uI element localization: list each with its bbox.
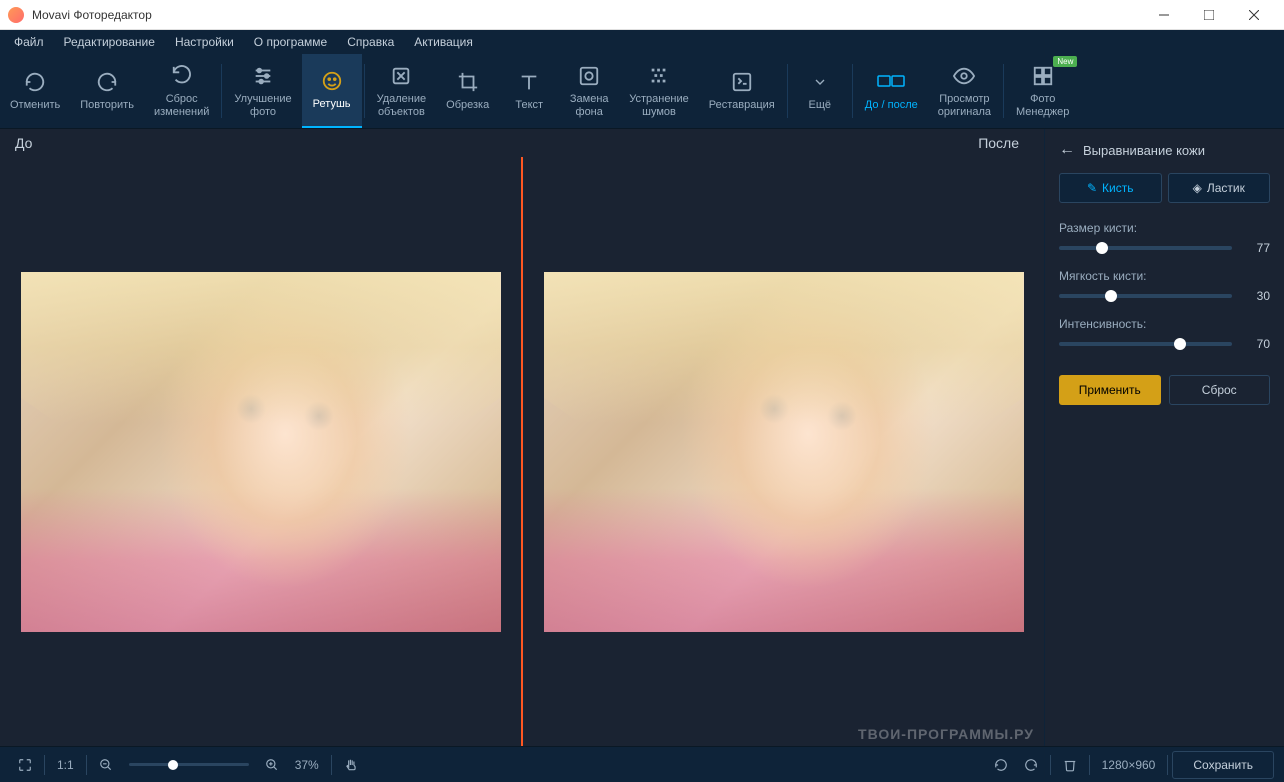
softness-value: 30 bbox=[1242, 289, 1270, 303]
before-canvas[interactable] bbox=[0, 157, 521, 746]
compare-icon bbox=[877, 69, 905, 95]
maximize-button[interactable] bbox=[1186, 1, 1231, 29]
brush-tab[interactable]: ✎ Кисть bbox=[1059, 173, 1162, 203]
background-icon bbox=[578, 63, 600, 89]
text-icon bbox=[518, 69, 540, 95]
separator bbox=[364, 64, 365, 118]
reset-icon bbox=[171, 63, 193, 89]
separator bbox=[852, 64, 853, 118]
before-label: До bbox=[15, 135, 978, 151]
menu-help[interactable]: Справка bbox=[337, 31, 404, 53]
save-button[interactable]: Сохранить bbox=[1172, 751, 1274, 779]
canvas-area: До После bbox=[0, 129, 1044, 746]
softness-label: Мягкость кисти: bbox=[1059, 269, 1270, 283]
menu-file[interactable]: Файл bbox=[4, 31, 54, 53]
rotate-right-button[interactable] bbox=[1016, 758, 1046, 772]
remove-icon bbox=[390, 63, 412, 89]
minimize-button[interactable] bbox=[1141, 1, 1186, 29]
redo-icon bbox=[96, 69, 118, 95]
back-arrow-icon[interactable]: ← bbox=[1059, 141, 1075, 159]
dimensions: 1280×960 bbox=[1094, 758, 1164, 772]
undo-button[interactable]: Отменить bbox=[0, 54, 70, 128]
before-image bbox=[21, 272, 501, 632]
after-label: После bbox=[978, 135, 1029, 151]
new-badge: New bbox=[1053, 56, 1077, 67]
menu-settings[interactable]: Настройки bbox=[165, 31, 244, 53]
brush-size-label: Размер кисти: bbox=[1059, 221, 1270, 235]
brush-size-slider[interactable] bbox=[1059, 246, 1232, 250]
reset-panel-button[interactable]: Сброс bbox=[1169, 375, 1271, 405]
view-original-button[interactable]: Просмотр оригинала bbox=[928, 54, 1001, 128]
menu-activation[interactable]: Активация bbox=[404, 31, 483, 53]
menu-about[interactable]: О программе bbox=[244, 31, 337, 53]
eraser-tab[interactable]: ◈ Ластик bbox=[1168, 173, 1271, 203]
face-icon bbox=[321, 68, 343, 94]
side-panel: ← Выравнивание кожи ✎ Кисть ◈ Ластик Раз… bbox=[1044, 129, 1284, 746]
titlebar: Movavi Фоторедактор bbox=[0, 0, 1284, 30]
crop-button[interactable]: Обрезка bbox=[436, 54, 499, 128]
app-icon bbox=[8, 7, 24, 23]
intensity-label: Интенсивность: bbox=[1059, 317, 1270, 331]
compare-button[interactable]: До / после bbox=[855, 54, 928, 128]
zoom-out-button[interactable] bbox=[91, 758, 121, 772]
separator bbox=[1003, 64, 1004, 118]
intensity-slider[interactable] bbox=[1059, 342, 1232, 346]
fullscreen-button[interactable] bbox=[10, 758, 40, 772]
eye-icon bbox=[953, 63, 975, 89]
panel-title: Выравнивание кожи bbox=[1083, 143, 1205, 158]
enhance-button[interactable]: Улучшение фото bbox=[224, 54, 301, 128]
softness-slider[interactable] bbox=[1059, 294, 1232, 298]
brush-size-value: 77 bbox=[1242, 241, 1270, 255]
toolbar: Отменить Повторить Сброс изменений Улучш… bbox=[0, 54, 1284, 129]
photo-manager-button[interactable]: New Фото Менеджер bbox=[1006, 54, 1079, 128]
more-button[interactable]: Ещё bbox=[790, 54, 850, 128]
redo-button[interactable]: Повторить bbox=[70, 54, 144, 128]
after-canvas[interactable] bbox=[523, 157, 1044, 746]
window-title: Movavi Фоторедактор bbox=[32, 8, 1141, 22]
pan-button[interactable] bbox=[336, 758, 366, 772]
rotate-left-button[interactable] bbox=[986, 758, 1016, 772]
restore-icon bbox=[731, 69, 753, 95]
delete-button[interactable] bbox=[1055, 758, 1085, 772]
zoom-value: 37% bbox=[287, 758, 327, 772]
sliders-icon bbox=[252, 63, 274, 89]
zoom-slider[interactable] bbox=[129, 763, 249, 766]
chevron-down-icon bbox=[812, 69, 828, 95]
zoom-in-button[interactable] bbox=[257, 758, 287, 772]
undo-icon bbox=[24, 69, 46, 95]
separator bbox=[787, 64, 788, 118]
brush-icon: ✎ bbox=[1087, 181, 1097, 195]
crop-icon bbox=[457, 69, 479, 95]
background-button[interactable]: Замена фона bbox=[559, 54, 619, 128]
fit-button[interactable]: 1:1 bbox=[49, 758, 82, 772]
separator bbox=[221, 64, 222, 118]
remove-objects-button[interactable]: Удаление объектов bbox=[367, 54, 437, 128]
menu-edit[interactable]: Редактирование bbox=[54, 31, 165, 53]
statusbar: 1:1 37% 1280×960 Сохранить bbox=[0, 746, 1284, 782]
apply-button[interactable]: Применить bbox=[1059, 375, 1161, 405]
intensity-value: 70 bbox=[1242, 337, 1270, 351]
eraser-icon: ◈ bbox=[1193, 181, 1202, 195]
noise-icon bbox=[648, 63, 670, 89]
text-button[interactable]: Текст bbox=[499, 54, 559, 128]
after-image bbox=[544, 272, 1024, 632]
menubar: Файл Редактирование Настройки О программ… bbox=[0, 30, 1284, 54]
retouch-button[interactable]: Ретушь bbox=[302, 54, 362, 128]
gallery-icon bbox=[1032, 63, 1054, 89]
restore-button[interactable]: Реставрация bbox=[699, 54, 785, 128]
noise-button[interactable]: Устранение шумов bbox=[619, 54, 699, 128]
close-button[interactable] bbox=[1231, 1, 1276, 29]
reset-button[interactable]: Сброс изменений bbox=[144, 54, 219, 128]
